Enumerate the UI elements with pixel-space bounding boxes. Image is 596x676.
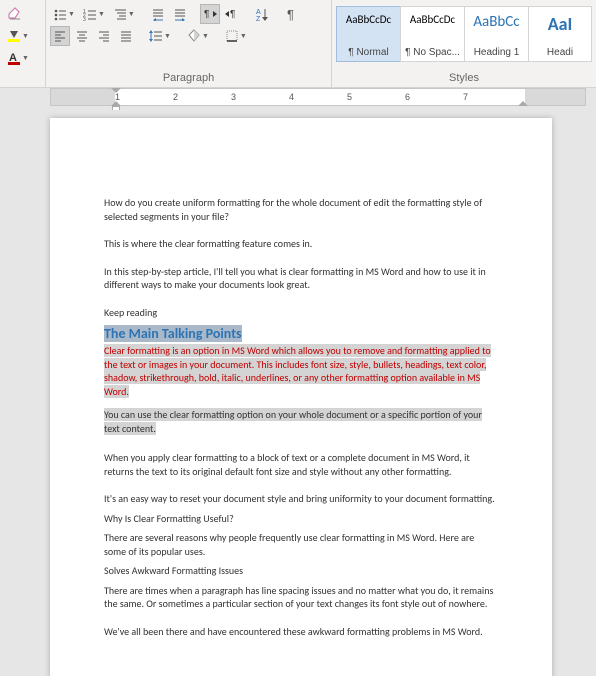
body-text[interactable]: It's an easy way to reset your document …: [104, 492, 498, 506]
svg-text:A: A: [256, 9, 261, 16]
page[interactable]: How do you create uniform formatting for…: [50, 118, 552, 676]
decrease-indent-button[interactable]: [148, 4, 168, 24]
style-item-heading2[interactable]: AaI Headi: [528, 6, 592, 62]
rtl-direction-button[interactable]: ¶: [222, 4, 242, 24]
body-text[interactable]: When you apply clear formatting to a blo…: [104, 451, 498, 478]
body-text[interactable]: This is where the clear formatting featu…: [104, 237, 498, 251]
body-text[interactable]: There are times when a paragraph has lin…: [104, 584, 498, 611]
chevron-down-icon: ▼: [164, 33, 171, 40]
chevron-down-icon: ▼: [98, 11, 105, 18]
align-center-button[interactable]: [72, 26, 92, 46]
horizontal-ruler[interactable]: 1234567: [50, 88, 586, 106]
hanging-indent-icon[interactable]: [111, 96, 121, 106]
svg-text:¶: ¶: [204, 9, 209, 20]
style-preview: AaBbCc: [473, 13, 519, 31]
body-text[interactable]: You can use the clear formatting option …: [104, 408, 498, 435]
chevron-down-icon: ▼: [240, 33, 247, 40]
clear-formatting-button[interactable]: [4, 4, 26, 24]
style-preview: AaBbCcDc: [410, 13, 455, 26]
paragraph-group-label: Paragraph: [50, 70, 327, 87]
document-area[interactable]: How do you create uniform formatting for…: [0, 110, 596, 676]
multilevel-list-button[interactable]: ▼: [110, 4, 138, 24]
ruler-tick: 4: [289, 92, 294, 102]
increase-indent-button[interactable]: [170, 4, 190, 24]
chevron-down-icon: ▼: [68, 11, 75, 18]
borders-button[interactable]: ▼: [222, 26, 250, 46]
body-text[interactable]: Clear formatting is an option in MS Word…: [104, 344, 498, 398]
numbering-button[interactable]: 123▼: [80, 4, 108, 24]
styles-group-label: Styles: [336, 70, 592, 87]
ruler-area: 1234567: [0, 88, 596, 110]
style-gallery[interactable]: AaBbCcDc¶ NormalAaBbCcDc¶ No Spac...AaBb…: [336, 2, 592, 62]
style-preview: AaBbCcDc: [346, 13, 391, 26]
align-right-button[interactable]: [94, 26, 114, 46]
chevron-down-icon: ▼: [22, 55, 29, 62]
style-item-normal[interactable]: AaBbCcDc ¶ Normal: [336, 6, 400, 62]
right-indent-icon[interactable]: [518, 96, 528, 106]
ruler-tick: 5: [347, 92, 352, 102]
ltr-direction-button[interactable]: ¶: [200, 4, 220, 24]
svg-text:¶: ¶: [230, 9, 235, 20]
style-name: Headi: [547, 47, 573, 58]
ribbon: ▼ A▼ ▼ 123▼ ▼ ¶ ¶: [0, 0, 596, 88]
ruler-tick: 7: [463, 92, 468, 102]
svg-text:¶: ¶: [287, 7, 294, 21]
style-name: Heading 1: [474, 47, 520, 58]
body-text[interactable]: Solves Awkward Formatting Issues: [104, 564, 498, 578]
body-text[interactable]: In this step-by-step article, I'll tell …: [104, 265, 498, 292]
align-left-button[interactable]: [50, 26, 70, 46]
style-preview: AaI: [548, 13, 573, 35]
font-group-partial: ▼ A▼: [0, 0, 46, 87]
svg-text:Z: Z: [256, 16, 261, 21]
chevron-down-icon: ▼: [128, 11, 135, 18]
font-group-label: [4, 82, 41, 87]
style-name: ¶ Normal: [348, 47, 388, 58]
bullets-button[interactable]: ▼: [50, 4, 78, 24]
heading-text[interactable]: The Main Talking Points: [104, 325, 498, 342]
style-item-nospac[interactable]: AaBbCcDc ¶ No Spac...: [400, 6, 464, 62]
body-text[interactable]: We've all been there and have encountere…: [104, 625, 498, 639]
body-text[interactable]: Why Is Clear Formatting Useful?: [104, 512, 498, 526]
body-text[interactable]: How do you create uniform formatting for…: [104, 196, 498, 223]
ruler-tick: 2: [173, 92, 178, 102]
body-text[interactable]: There are several reasons why people fre…: [104, 531, 498, 558]
ruler-tick: 3: [231, 92, 236, 102]
justify-button[interactable]: [116, 26, 136, 46]
shading-button[interactable]: ▼: [184, 26, 212, 46]
show-hide-button[interactable]: ¶: [282, 4, 302, 24]
line-spacing-button[interactable]: ▼: [146, 26, 174, 46]
body-text[interactable]: Keep reading: [104, 306, 498, 320]
chevron-down-icon: ▼: [202, 33, 209, 40]
style-item-heading1[interactable]: AaBbCc Heading 1: [464, 6, 528, 62]
font-color-button[interactable]: A▼: [4, 48, 32, 68]
paragraph-group: ▼ 123▼ ▼ ¶ ¶ AZ ¶ ▼: [46, 0, 332, 87]
svg-text:3: 3: [83, 17, 86, 21]
highlight-color-button[interactable]: ▼: [4, 26, 32, 46]
chevron-down-icon: ▼: [22, 33, 29, 40]
ruler-tick: 6: [405, 92, 410, 102]
sort-button[interactable]: AZ: [252, 4, 272, 24]
style-name: ¶ No Spac...: [405, 47, 460, 58]
styles-group: AaBbCcDc¶ NormalAaBbCcDc¶ No Spac...AaBb…: [332, 0, 596, 87]
